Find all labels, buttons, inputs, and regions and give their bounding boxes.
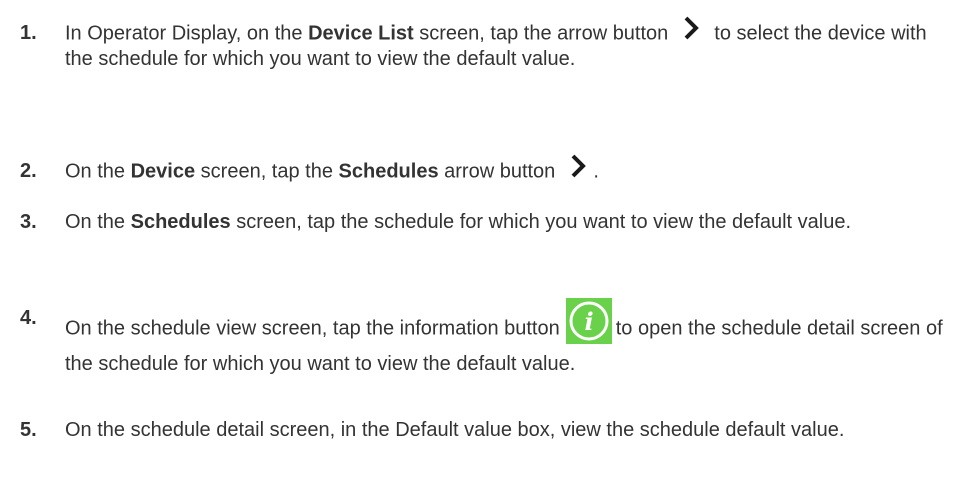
step-number: 1. [20, 22, 37, 44]
step-text: On the Device screen, tap the Schedules … [65, 154, 945, 185]
step-text-part: On the schedule view screen, tap the inf… [65, 317, 560, 340]
svg-text:i: i [584, 307, 593, 336]
step-text-part: arrow button [438, 160, 556, 183]
chevron-right-icon [565, 153, 591, 179]
step-text: On the Schedules screen, tap the schedul… [65, 210, 945, 234]
step-text-bold: Schedules [130, 211, 231, 233]
step-text-part: screen, tap the schedule for which you w… [230, 211, 852, 233]
step-text-bold: Device [130, 160, 196, 183]
step-text: On the schedule view screen, tap the inf… [65, 298, 945, 376]
step-text-bold: Schedules [338, 160, 439, 183]
step-text-part: On the schedule detail screen, in the De… [65, 419, 845, 441]
chevron-right-icon [678, 15, 704, 41]
step-text-part: . [593, 160, 599, 183]
step-text-part: In Operator Display, on the [65, 22, 309, 45]
step-text-part: On the [65, 211, 131, 233]
step-text-bold: Device List [308, 22, 414, 45]
step-number: 2. [20, 160, 37, 182]
step-number: 3. [20, 211, 37, 233]
step-text: In Operator Display, on the Device List … [65, 16, 945, 71]
step-text-part: On the [65, 160, 131, 183]
step-text-part: screen, tap the [195, 160, 339, 183]
step-number: 5. [20, 419, 37, 441]
step-text-part: screen, tap the arrow button [413, 22, 669, 45]
step-text: On the schedule detail screen, in the De… [65, 418, 945, 442]
info-icon: i [565, 298, 612, 344]
step-number: 4. [20, 307, 37, 329]
